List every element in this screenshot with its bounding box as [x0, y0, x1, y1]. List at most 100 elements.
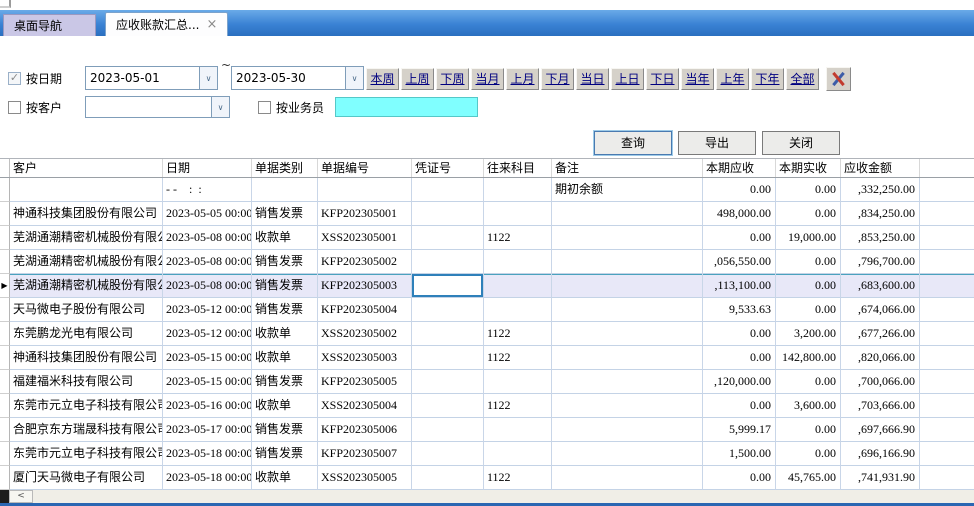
column-header-doc_type[interactable]: 单据类别 — [252, 159, 318, 177]
cell-receivable[interactable]: 1,500.00 — [703, 442, 776, 466]
cell-received[interactable]: 0.00 — [776, 250, 841, 274]
table-row[interactable]: 合肥京东方瑞晟科技有限公司2023-05-17 00:00:00销售发票KFP2… — [0, 418, 974, 442]
cell-customer[interactable]: 神通科技集团股份有限公司 — [10, 346, 163, 370]
cell-doc_no[interactable]: XSS202305005 — [318, 466, 412, 490]
cell-customer[interactable]: 东莞市元立电子科技有限公司 — [10, 442, 163, 466]
cell-doc_type[interactable]: 收款单 — [252, 466, 318, 490]
row-gutter[interactable] — [0, 394, 10, 418]
cell-doc_type[interactable]: 销售发票 — [252, 298, 318, 322]
cell-doc_type[interactable]: 销售发票 — [252, 418, 318, 442]
cell-remark[interactable] — [552, 394, 703, 418]
cell-date[interactable]: 2023-05-08 00:00:00 — [163, 250, 252, 274]
cell-amount[interactable]: ,677,266.00 — [841, 322, 920, 346]
cell-account[interactable]: 1122 — [484, 346, 552, 370]
cell-account[interactable]: 1122 — [484, 394, 552, 418]
quick-range-button[interactable]: 下年 — [751, 68, 784, 90]
cell-receivable[interactable]: 0.00 — [703, 466, 776, 490]
cell-doc_type[interactable]: 收款单 — [252, 322, 318, 346]
cell-doc_type[interactable]: 销售发票 — [252, 202, 318, 226]
date-to-combo[interactable]: 2023-05-30 ∨ — [231, 66, 364, 90]
column-header-customer[interactable]: 客户 — [10, 159, 163, 177]
cell-voucher_no[interactable] — [412, 250, 484, 274]
quick-range-button[interactable]: 本周 — [366, 68, 399, 90]
cell-amount[interactable]: ,703,666.00 — [841, 394, 920, 418]
column-header-receivable[interactable]: 本期应收 — [703, 159, 776, 177]
column-header-date[interactable]: 日期 — [163, 159, 252, 177]
cell-date[interactable]: 2023-05-18 00:00:00 — [163, 442, 252, 466]
quick-range-button[interactable]: 上日 — [611, 68, 644, 90]
cell-remark[interactable] — [552, 370, 703, 394]
cell-date[interactable]: 2023-05-15 00:00:00 — [163, 346, 252, 370]
by-salesman-checkbox[interactable] — [258, 101, 271, 114]
cell-voucher_no[interactable] — [412, 274, 484, 298]
cell-receivable[interactable]: 0.00 — [703, 346, 776, 370]
cell-date[interactable]: - - : : — [163, 178, 252, 202]
row-gutter[interactable] — [0, 250, 10, 274]
cell-amount[interactable]: ,683,600.00 — [841, 274, 920, 298]
cell-doc_type[interactable]: 销售发票 — [252, 274, 318, 298]
cell-account[interactable]: 1122 — [484, 466, 552, 490]
scroll-left-arrow-icon[interactable]: < — [9, 490, 33, 503]
cell-account[interactable] — [484, 178, 552, 202]
quick-range-button[interactable]: 下周 — [436, 68, 469, 90]
cell-received[interactable]: 45,765.00 — [776, 466, 841, 490]
cell-amount[interactable]: ,696,166.90 — [841, 442, 920, 466]
cell-amount[interactable]: ,820,066.00 — [841, 346, 920, 370]
quick-range-button[interactable]: 当月 — [471, 68, 504, 90]
row-gutter[interactable] — [0, 442, 10, 466]
cell-account[interactable]: 1122 — [484, 226, 552, 250]
cell-amount[interactable]: ,853,250.00 — [841, 226, 920, 250]
column-header-remark[interactable]: 备注 — [552, 159, 703, 177]
cell-voucher_no[interactable] — [412, 202, 484, 226]
current-row-marker-icon[interactable]: ▶ — [0, 274, 10, 298]
cell-customer[interactable]: 东莞市元立电子科技有限公司 — [10, 394, 163, 418]
table-row[interactable]: 福建福米科技有限公司2023-05-15 00:00:00销售发票KFP2023… — [0, 370, 974, 394]
cell-received[interactable]: 3,600.00 — [776, 394, 841, 418]
cell-amount[interactable]: ,834,250.00 — [841, 202, 920, 226]
row-gutter[interactable] — [0, 466, 10, 490]
cell-received[interactable]: 0.00 — [776, 274, 841, 298]
cell-doc_type[interactable] — [252, 178, 318, 202]
table-row[interactable]: 厦门天马微电子有限公司2023-05-18 00:00:00收款单XSS2023… — [0, 466, 974, 490]
quick-range-button[interactable]: 下日 — [646, 68, 679, 90]
cell-doc_no[interactable]: XSS202305004 — [318, 394, 412, 418]
table-row[interactable]: 东莞市元立电子科技有限公司2023-05-16 00:00:00收款单XSS20… — [0, 394, 974, 418]
quick-range-button[interactable]: 当日 — [576, 68, 609, 90]
table-row[interactable]: 神通科技集团股份有限公司2023-05-05 00:00:00销售发票KFP20… — [0, 202, 974, 226]
cell-doc_no[interactable]: KFP202305005 — [318, 370, 412, 394]
horizontal-scrollbar[interactable]: < — [0, 490, 974, 503]
cell-date[interactable]: 2023-05-08 00:00:00 — [163, 226, 252, 250]
cell-received[interactable]: 19,000.00 — [776, 226, 841, 250]
cell-voucher_no[interactable] — [412, 370, 484, 394]
customer-combo[interactable]: ∨ — [85, 96, 230, 118]
cell-remark[interactable] — [552, 466, 703, 490]
cell-customer[interactable]: 天马微电子股份有限公司 — [10, 298, 163, 322]
cell-voucher_no[interactable] — [412, 226, 484, 250]
cell-voucher_no[interactable] — [412, 394, 484, 418]
cell-remark[interactable]: 期初余额 — [552, 178, 703, 202]
cell-customer[interactable]: 福建福米科技有限公司 — [10, 370, 163, 394]
cell-customer[interactable]: 合肥京东方瑞晟科技有限公司 — [10, 418, 163, 442]
table-row[interactable]: 神通科技集团股份有限公司2023-05-15 00:00:00收款单XSS202… — [0, 346, 974, 370]
cell-amount[interactable]: ,700,066.00 — [841, 370, 920, 394]
table-row[interactable]: 东莞市元立电子科技有限公司2023-05-18 00:00:00销售发票KFP2… — [0, 442, 974, 466]
row-gutter[interactable] — [0, 418, 10, 442]
query-button[interactable]: 查询 — [594, 131, 672, 155]
cell-doc_no[interactable] — [318, 178, 412, 202]
cell-voucher_no[interactable] — [412, 346, 484, 370]
cell-doc_no[interactable]: KFP202305004 — [318, 298, 412, 322]
cell-receivable[interactable]: 0.00 — [703, 178, 776, 202]
chevron-down-icon[interactable]: ∨ — [199, 67, 217, 89]
cell-customer[interactable]: 东莞鹏龙光电有限公司 — [10, 322, 163, 346]
cell-received[interactable]: 0.00 — [776, 202, 841, 226]
cell-remark[interactable] — [552, 418, 703, 442]
column-header-account[interactable]: 往来科目 — [484, 159, 552, 177]
cell-account[interactable] — [484, 274, 552, 298]
cell-voucher_no[interactable] — [412, 442, 484, 466]
cell-remark[interactable] — [552, 346, 703, 370]
tab-receivables-summary[interactable]: 应收账款汇总... × — [105, 12, 228, 36]
by-date-checkbox[interactable]: ✓ — [8, 72, 21, 85]
cell-account[interactable] — [484, 202, 552, 226]
cell-remark[interactable] — [552, 250, 703, 274]
cell-received[interactable]: 0.00 — [776, 370, 841, 394]
